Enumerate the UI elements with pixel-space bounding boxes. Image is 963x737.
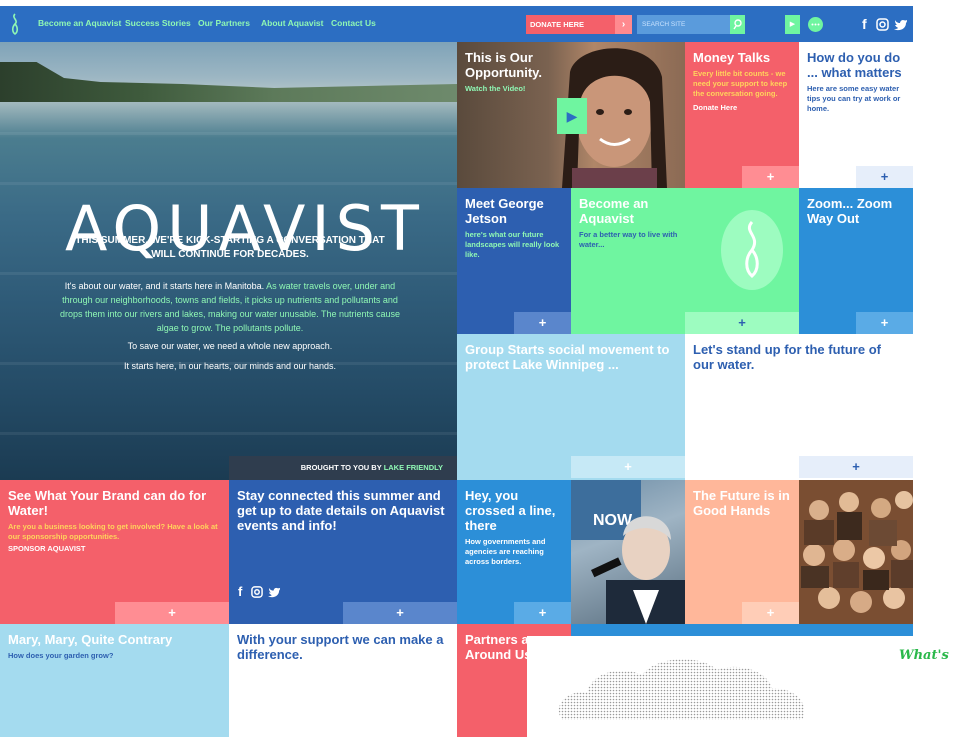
tile-howdo-title: How do you do ... what matters — [807, 50, 902, 80]
brought-by-label: BROUGHT TO YOU BY — [300, 463, 382, 472]
tile-become-body: For a better way to live with water... — [579, 230, 678, 249]
tile-brand[interactable]: See What Your Brand can do for Water! Ar… — [0, 480, 229, 624]
plus-expand-button[interactable]: + — [742, 166, 799, 188]
plus-expand-button[interactable]: + — [514, 312, 571, 334]
tile-mary-title: Mary, Mary, Quite Contrary — [8, 632, 173, 647]
plus-expand-button[interactable]: + — [571, 456, 685, 478]
tile-george-jetson[interactable]: Meet George Jetson here's what our futur… — [457, 188, 571, 334]
tile-opportunity-title: This is Our Opportunity. — [465, 50, 543, 80]
tile-george-body: here's what our future landscapes will r… — [465, 230, 560, 259]
water-ripple — [0, 272, 457, 275]
nav-link-partners[interactable]: Our Partners — [198, 18, 250, 28]
nav-link-about[interactable]: About Aquavist — [261, 18, 324, 28]
plus-expand-button[interactable]: + — [685, 312, 799, 334]
cloud-illustration-image — [558, 659, 805, 720]
play-video-button[interactable]: ▶ — [557, 98, 587, 134]
search-input[interactable]: SEARCH SITE — [637, 15, 731, 34]
tile-stand-up[interactable]: Let's stand up for the future of our wat… — [685, 334, 913, 480]
tile-how-do-you[interactable]: How do you do ... what matters Here are … — [799, 42, 913, 188]
facebook-icon[interactable]: f — [238, 584, 242, 599]
tile-future-title: The Future is in Good Hands — [693, 488, 790, 518]
tile-mary-body: How does your garden grow? — [8, 651, 114, 660]
tile-crossed-body: How governments and agencies are reachin… — [465, 537, 546, 566]
plus-expand-button[interactable]: + — [856, 166, 913, 188]
donate-here-link[interactable]: Donate Here — [693, 103, 791, 113]
search-button[interactable] — [730, 15, 745, 34]
twitter-icon[interactable] — [268, 586, 281, 598]
tile-money-title: Money Talks — [693, 50, 771, 65]
instagram-icon[interactable] — [876, 16, 889, 34]
tile-brand-body: Are you a business looking to get involv… — [8, 522, 218, 541]
water-ripple — [0, 182, 457, 185]
plus-expand-button[interactable]: + — [514, 602, 571, 624]
hero-body-intro: It's about our water, and it starts here… — [64, 281, 265, 291]
tile-george-title: Meet George Jetson — [465, 196, 544, 226]
chevron-right-icon: › — [615, 15, 632, 34]
facebook-icon[interactable]: f — [862, 16, 867, 32]
plus-expand-button[interactable]: + — [343, 602, 457, 624]
nav-link-become[interactable]: Become an Aquavist — [38, 18, 121, 28]
tile-future-hands[interactable]: The Future is in Good Hands + — [685, 480, 799, 624]
press-conference-photo-image: NOW — [571, 480, 685, 624]
tile-support-title: With your support we can make a differen… — [237, 632, 444, 662]
hero-closing-line-2: It starts here, in our hearts, our minds… — [123, 361, 337, 371]
tile-zoom[interactable]: Zoom... Zoom Way Out + — [799, 188, 913, 334]
hero-closing: To save our water, we need a whole new a… — [55, 339, 405, 373]
hero-panel: AQUAVIST THIS SUMMER, WE'RE KICK-STARTIN… — [0, 42, 457, 480]
tile-howdo-body: Here are some easy water tips you can tr… — [807, 84, 901, 113]
tile-mary[interactable]: Mary, Mary, Quite Contrary How does your… — [0, 624, 229, 737]
tile-crossed-line[interactable]: Hey, you crossed a line, there How gover… — [457, 480, 571, 624]
instagram-icon[interactable] — [251, 586, 263, 598]
tile-zoom-title: Zoom... Zoom Way Out — [807, 196, 893, 226]
plus-expand-button[interactable]: + — [742, 602, 799, 624]
tile-row5-blue — [571, 624, 913, 636]
water-ripple — [0, 132, 457, 135]
hero-body: It's about our water, and it starts here… — [55, 279, 405, 335]
tile-brand-title: See What Your Brand can do for Water! — [8, 488, 207, 518]
plus-expand-button[interactable]: + — [115, 602, 229, 624]
brought-by-bar: BROUGHT TO YOU BY LAKE FRIENDLY — [229, 456, 457, 480]
hero-closing-line-1: To save our water, we need a whole new a… — [127, 341, 333, 351]
donate-label: DONATE HERE — [530, 20, 585, 29]
tile-social-movement[interactable]: Group Starts social movement to protect … — [457, 334, 685, 480]
plus-expand-button[interactable]: + — [856, 312, 913, 334]
top-nav: Become an Aquavist Success Stories Our P… — [0, 6, 913, 42]
sponsor-aquavist-link[interactable]: SPONSOR AQUAVIST — [8, 544, 221, 554]
nav-link-success[interactable]: Success Stories — [125, 18, 191, 28]
tile-money-talks[interactable]: Money Talks Every little bit counts - we… — [685, 42, 799, 188]
tile-become-title: Become an Aquavist — [579, 196, 649, 226]
tile-crossed-title: Hey, you crossed a line, there — [465, 488, 556, 533]
tile-stay-connected[interactable]: Stay connected this summer and get up to… — [229, 480, 457, 624]
donate-button[interactable]: DONATE HERE › — [526, 15, 632, 34]
tile-support[interactable]: With your support we can make a differen… — [229, 624, 457, 737]
chat-icon[interactable] — [808, 17, 823, 32]
tile-become-aquavist[interactable]: Become an Aquavist For a better way to l… — [571, 188, 799, 334]
tile-stay-title: Stay connected this summer and get up to… — [237, 488, 445, 533]
twitter-icon[interactable] — [894, 16, 908, 34]
group-photo-image — [799, 480, 913, 624]
watch-video-link[interactable]: Watch the Video! — [465, 84, 559, 94]
whats-popup[interactable]: What's — [527, 636, 963, 737]
lake-friendly-link[interactable]: LAKE FRIENDLY — [384, 463, 443, 472]
tile-money-body: Every little bit counts - we need your s… — [693, 69, 788, 98]
play-icon[interactable]: ▶ — [785, 15, 800, 34]
tile-opportunity[interactable]: This is Our Opportunity. Watch the Video… — [457, 42, 685, 188]
whats-label: What's — [899, 648, 949, 663]
tile-standup-title: Let's stand up for the future of our wat… — [693, 342, 881, 372]
nav-link-contact[interactable]: Contact Us — [331, 18, 376, 28]
water-ripple — [0, 432, 457, 435]
tile-movement-title: Group Starts social movement to protect … — [465, 342, 670, 372]
plus-expand-button[interactable]: + — [799, 456, 913, 478]
search-icon — [732, 19, 742, 30]
hero-subtitle: THIS SUMMER, WE'RE KICK-STARTING A CONVE… — [75, 235, 385, 260]
aquavist-drop-icon — [721, 210, 783, 290]
treeline-image — [0, 62, 457, 102]
tile-group-photo[interactable] — [799, 480, 913, 624]
aquavist-logo-icon[interactable] — [8, 12, 22, 36]
tile-press-photo[interactable]: NOW — [571, 480, 685, 624]
